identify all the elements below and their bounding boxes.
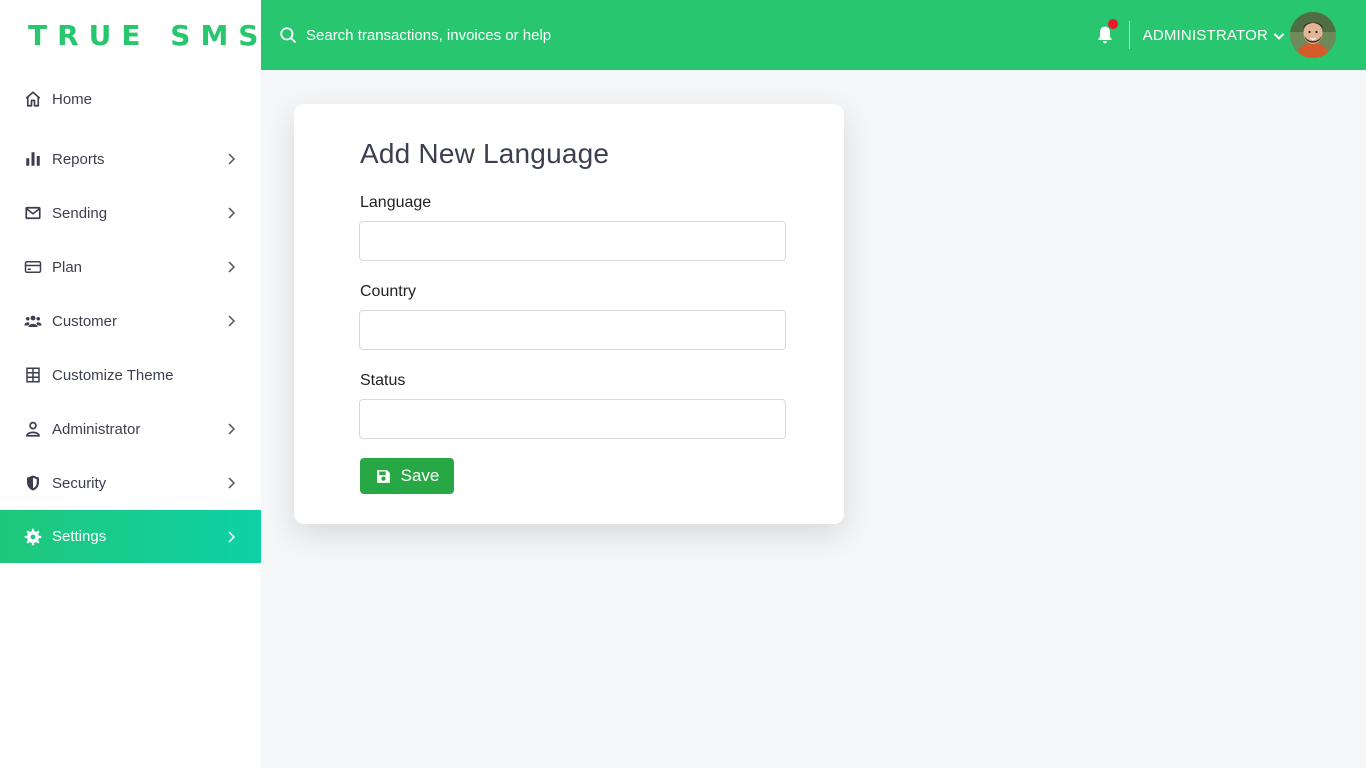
mail-icon (24, 204, 42, 222)
sidebar-item-sending[interactable]: Sending (0, 186, 261, 240)
save-button[interactable]: Save (360, 458, 454, 494)
chevron-right-icon (225, 153, 237, 165)
country-input[interactable] (359, 310, 786, 350)
shield-icon (24, 474, 42, 492)
sidebar-item-settings[interactable]: Settings (0, 510, 261, 563)
gear-icon (24, 528, 42, 546)
divider (1128, 21, 1130, 49)
grid-icon (24, 366, 42, 384)
brand-name: TRUE SMS (28, 18, 269, 52)
bell-icon[interactable] (1095, 19, 1118, 45)
sidebar-item-label: Security (52, 474, 107, 492)
sidebar-item-administrator[interactable]: Administrator (0, 402, 261, 456)
sidebar-item-security[interactable]: Security (0, 456, 261, 510)
chevron-down-icon (1273, 29, 1285, 41)
sidebar-item-reports[interactable]: Reports (0, 132, 261, 186)
search-bar (279, 26, 726, 44)
status-label: Status (360, 372, 406, 389)
bar-chart-icon (24, 150, 42, 168)
add-language-card: Add New Language Language Country Status… (294, 104, 844, 524)
top-bar: ADMINISTRATOR (261, 0, 1366, 70)
users-icon (24, 312, 42, 330)
save-icon (375, 468, 392, 485)
user-icon (24, 420, 42, 438)
sidebar-item-label: Customize Theme (52, 366, 174, 384)
sidebar-item-plan[interactable]: Plan (0, 240, 261, 294)
sidebar-item-label: Customer (52, 312, 118, 330)
notification-dot (1107, 19, 1118, 29)
search-input[interactable] (306, 26, 726, 44)
avatar[interactable] (1290, 12, 1336, 58)
credit-card-icon (24, 258, 42, 276)
sidebar-item-home[interactable]: Home (0, 72, 261, 126)
sidebar-item-label: Settings (52, 528, 107, 545)
country-label: Country (360, 283, 417, 300)
sidebar-item-customize-theme[interactable]: Customize Theme (0, 348, 261, 402)
sidebar-item-label: Sending (52, 204, 108, 222)
language-label: Language (360, 194, 432, 211)
brand-logo[interactable]: TRUE SMS (0, 0, 261, 70)
chevron-right-icon (225, 530, 237, 543)
user-menu[interactable]: ADMINISTRATOR (1143, 27, 1285, 44)
sidebar-item-label: Plan (52, 258, 83, 276)
sidebar-item-label: Administrator (52, 420, 141, 438)
user-area: ADMINISTRATOR (1095, 0, 1336, 70)
sidebar-item-customer[interactable]: Customer (0, 294, 261, 348)
search-icon[interactable] (279, 26, 297, 44)
chevron-right-icon (225, 207, 237, 219)
chevron-right-icon (225, 423, 237, 435)
chevron-right-icon (225, 315, 237, 327)
language-input[interactable] (359, 221, 786, 261)
sidebar-item-label: Home (52, 90, 93, 108)
chevron-right-icon (225, 261, 237, 273)
save-label: Save (400, 466, 440, 485)
sidebar-item-label: Reports (52, 150, 105, 168)
status-input[interactable] (359, 399, 786, 439)
chevron-right-icon (225, 477, 237, 489)
user-name: ADMINISTRATOR (1142, 26, 1268, 44)
sidebar: TRUE SMS Home Reports Sending Plan Custo… (0, 0, 261, 768)
home-icon (24, 90, 42, 108)
page-title: Add New Language (360, 138, 610, 169)
sidebar-nav: Home Reports Sending Plan Customer Custo… (0, 72, 261, 563)
